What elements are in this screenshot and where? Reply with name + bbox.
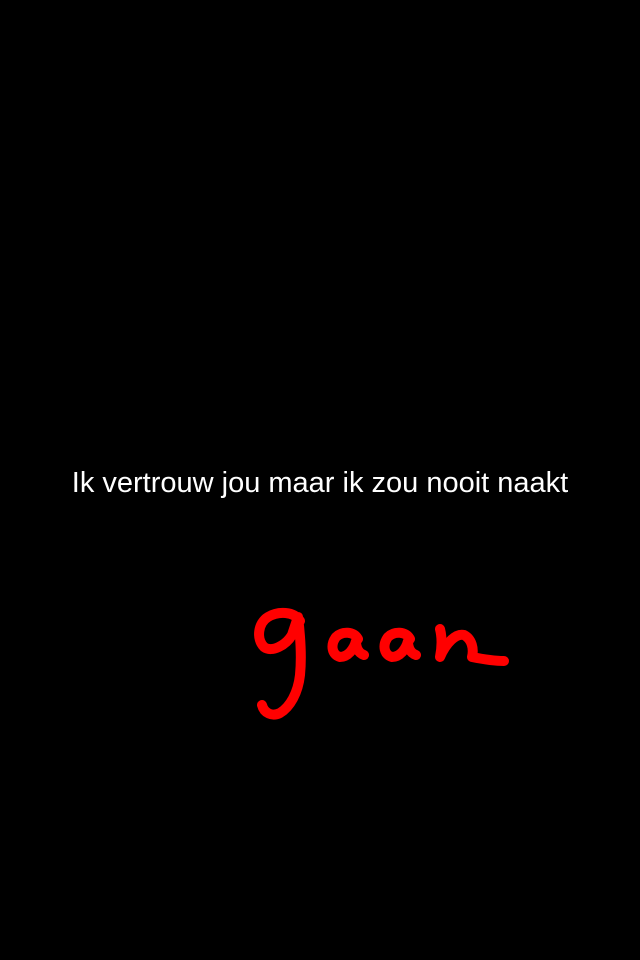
drawn-stroke-g bbox=[254, 607, 306, 720]
drawn-stroke-n bbox=[435, 624, 509, 666]
drawn-stroke-a2 bbox=[379, 627, 421, 662]
snap-canvas[interactable]: Ik vertrouw jou maar ik zou nooit naakt bbox=[0, 0, 640, 960]
drawn-stroke-a1 bbox=[327, 627, 369, 662]
caption-text[interactable]: Ik vertrouw jou maar ik zou nooit naakt bbox=[0, 463, 640, 503]
handwritten-drawing-gaan bbox=[254, 607, 509, 720]
